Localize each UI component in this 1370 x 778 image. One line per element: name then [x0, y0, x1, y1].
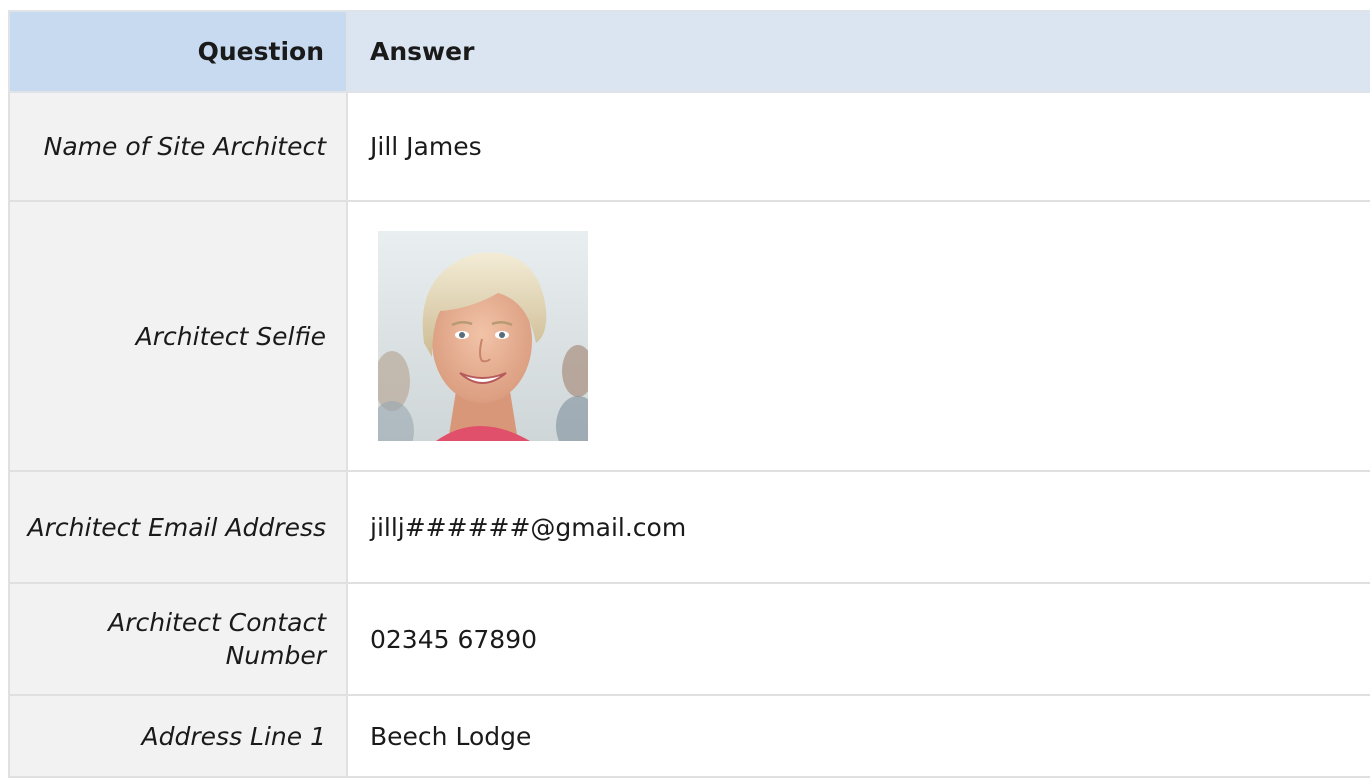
- answer-cell: [346, 200, 1370, 472]
- table-header-row: Question Answer: [8, 10, 1370, 93]
- answer-column-header: Answer: [346, 10, 1370, 93]
- table-row: Architect Selfie: [8, 200, 1370, 472]
- table-row: Name of Site Architect Jill James: [8, 91, 1370, 202]
- question-cell: Architect Email Address: [8, 470, 348, 584]
- qa-table: Question Answer Name of Site Architect J…: [8, 10, 1370, 778]
- question-cell: Name of Site Architect: [8, 91, 348, 202]
- question-cell: Address Line 1: [8, 694, 348, 778]
- answer-cell: Beech Lodge: [346, 694, 1370, 778]
- answer-cell: Jill James: [346, 91, 1370, 202]
- architect-portrait-photo[interactable]: [378, 231, 588, 441]
- question-cell: Architect Contact Number: [8, 582, 348, 696]
- question-column-header: Question: [8, 10, 348, 93]
- table-row: Architect Email Address jillj######@gmai…: [8, 470, 1370, 584]
- answer-cell: jillj######@gmail.com: [346, 470, 1370, 584]
- table-row: Address Line 1 Beech Lodge: [8, 694, 1370, 778]
- answer-cell: 02345 67890: [346, 582, 1370, 696]
- qa-table-container: Question Answer Name of Site Architect J…: [8, 10, 1370, 778]
- table-row: Architect Contact Number 02345 67890: [8, 582, 1370, 696]
- question-cell: Architect Selfie: [8, 200, 348, 472]
